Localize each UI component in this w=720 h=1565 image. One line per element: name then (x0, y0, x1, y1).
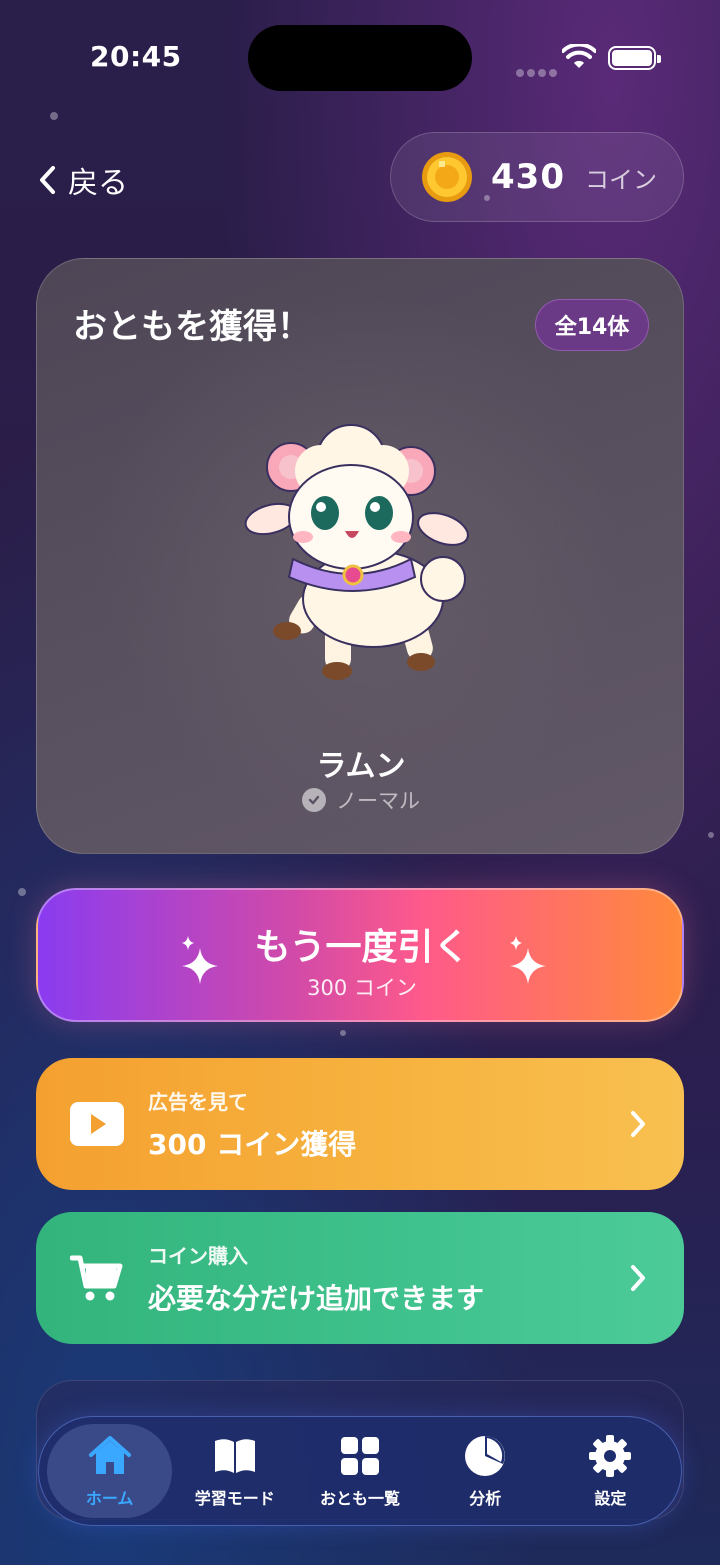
check-circle-icon (302, 788, 326, 812)
chevron-right-icon (631, 1111, 645, 1137)
rarity-text: ノーマル (336, 789, 420, 813)
back-button[interactable]: 戻る (36, 158, 128, 202)
decor-dot (50, 112, 58, 120)
tab-companion-list[interactable]: おとも一覧 (297, 1424, 422, 1518)
home-icon (88, 1436, 131, 1474)
status-time: 20:45 (90, 40, 182, 73)
dynamic-island (248, 25, 472, 91)
buy-coins-button[interactable]: コイン購入 必要な分だけ追加できます (36, 1212, 684, 1344)
tab-analysis[interactable]: 分析 (423, 1424, 548, 1518)
play-video-icon (70, 1097, 124, 1151)
ad-button-title: 300 コイン獲得 (148, 1127, 357, 1161)
tab-label: 設定 (594, 1489, 627, 1508)
draw-again-label: もう一度引く (254, 927, 470, 968)
back-label: 戻る (68, 166, 128, 201)
sparkle-icon (510, 936, 546, 984)
coin-value: 430 (491, 157, 565, 197)
tab-label: 分析 (469, 1489, 502, 1508)
tab-label: 学習モード (194, 1489, 275, 1508)
chevron-right-icon (631, 1265, 645, 1291)
cart-icon (70, 1251, 124, 1305)
tab-bar: ホーム 学習モード おとも一覧 分析 設定 (38, 1416, 682, 1526)
pie-chart-icon (465, 1436, 506, 1476)
tab-label: おとも一覧 (320, 1489, 401, 1508)
tab-settings[interactable]: 設定 (548, 1424, 673, 1518)
draw-cost-label: 300 コイン (307, 976, 417, 1000)
wifi-icon (561, 42, 597, 74)
tab-label: ホーム (85, 1489, 134, 1508)
collection-count-badge: 全14体 (535, 299, 649, 351)
grid-icon (341, 1437, 379, 1475)
shop-button-caption: コイン購入 (148, 1243, 248, 1268)
coin-unit: コイン (584, 165, 657, 194)
sheep-character-image (244, 424, 469, 680)
draw-again-button[interactable]: もう一度引く 300 コイン (36, 888, 684, 1022)
coin-balance[interactable]: 430 コイン (390, 132, 684, 222)
character-name: ラムン (316, 749, 406, 784)
tab-study-mode[interactable]: 学習モード (172, 1424, 297, 1518)
battery-icon (608, 46, 661, 70)
decor-dot (340, 1030, 346, 1036)
signal-icon (516, 62, 560, 81)
book-icon (214, 1439, 255, 1473)
coin-icon (422, 152, 472, 202)
card-title: おともを獲得！ (73, 307, 311, 347)
shop-button-title: 必要な分だけ追加できます (148, 1281, 485, 1315)
decor-dot (708, 832, 714, 838)
result-card: おともを獲得！ 全14体 ラムン ノーマル (36, 258, 684, 854)
watch-ad-button[interactable]: 広告を見て 300 コイン獲得 (36, 1058, 684, 1190)
gear-icon (589, 1435, 632, 1477)
ad-button-caption: 広告を見て (148, 1089, 248, 1114)
chevron-left-icon (40, 166, 55, 194)
tab-home[interactable]: ホーム (47, 1424, 173, 1518)
rarity-label: ノーマル (37, 785, 683, 815)
decor-dot (18, 888, 26, 896)
